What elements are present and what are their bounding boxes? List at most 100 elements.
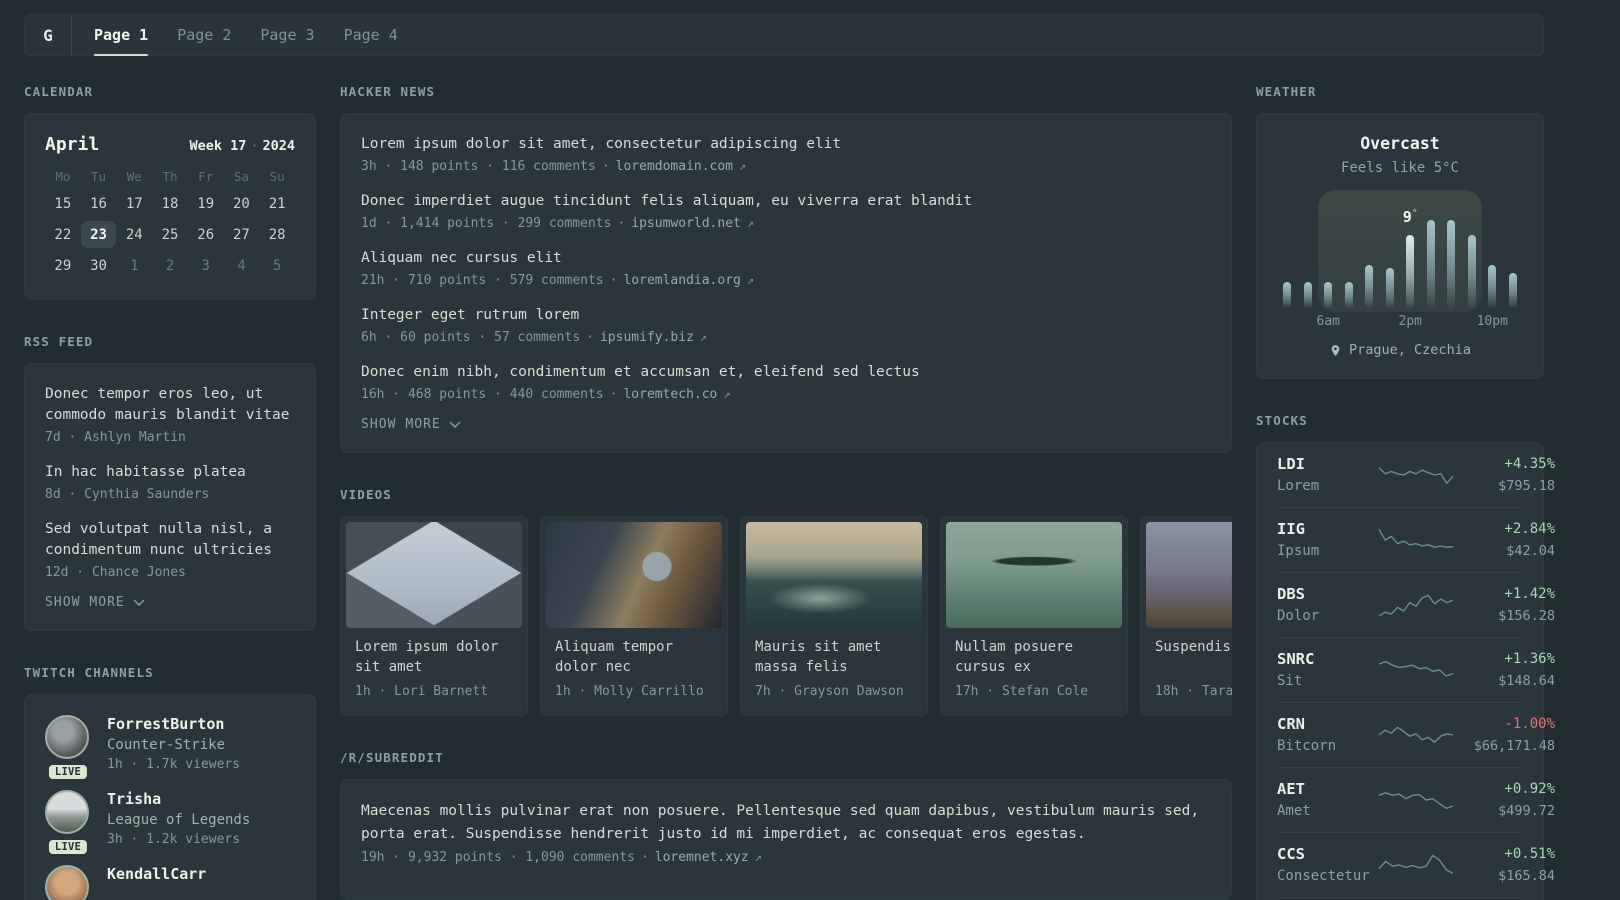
stock-name: Consectetur — [1277, 868, 1370, 884]
page-tabs: Page 1 Page 2 Page 3 Page 4 — [72, 15, 398, 56]
stock-price: $66,171.48 — [1473, 737, 1555, 754]
calendar-day: 30 — [90, 257, 107, 274]
twitch-avatar[interactable] — [45, 865, 89, 900]
weather-bar — [1488, 265, 1497, 308]
weekday-label: We — [126, 169, 142, 184]
stock-row[interactable]: AET Amet +0.92% $499.72 — [1277, 767, 1555, 832]
hackernews-item-title[interactable]: Donec imperdiet augue tincidunt felis al… — [361, 191, 1211, 212]
stock-row[interactable]: IIG Ipsum +2.84% $42.04 — [1277, 507, 1555, 572]
tab-page-4[interactable]: Page 4 — [344, 15, 398, 55]
item-domain-link[interactable]: loremnet.xyz — [655, 850, 749, 865]
video-meta: 17h · Stefan Cole — [955, 684, 1089, 699]
stock-row[interactable]: LDI Lorem +4.35% $795.18 — [1277, 443, 1555, 507]
video-card-body: Suspendisse diam 18h · Tara — [1146, 628, 1232, 710]
rss-item: Donec tempor eros leo, ut commodo mauris… — [45, 384, 295, 445]
calendar-day: 16 — [90, 195, 107, 212]
weather-bars — [1277, 220, 1523, 308]
video-row: Lorem ipsum dolor sit amet consectetu… 1h… — [340, 516, 1232, 716]
video-thumbnail[interactable] — [746, 522, 922, 628]
twitch-avatar-wrap: LIVE — [45, 865, 91, 900]
top-navigation: G Page 1 Page 2 Page 3 Page 4 — [24, 14, 1544, 56]
twitch-channel-row: LIVE Trisha League of Legends 3h · 1.2k vie… — [45, 790, 295, 854]
stock-row[interactable]: CCS Consectetur +0.51% $165.84 — [1277, 832, 1555, 897]
stock-values: +1.36% $148.64 — [1455, 651, 1555, 689]
hackernews-item-title[interactable]: Aliquam nec cursus elit — [361, 248, 1211, 269]
weather-bar — [1385, 268, 1394, 308]
tab-page-1[interactable]: Page 1 — [94, 15, 149, 56]
stock-row[interactable]: DBS Dolor +1.42% $156.28 — [1277, 572, 1555, 637]
twitch-channel-row: LIVE ForrestBurton Counter-Strike 1h · 1.7k… — [45, 715, 295, 779]
tab-page-3[interactable]: Page 3 — [260, 15, 314, 55]
twitch-channel-name[interactable]: Trisha — [107, 790, 250, 808]
video-thumbnail[interactable] — [546, 522, 722, 628]
twitch-avatar[interactable] — [45, 790, 89, 834]
calendar-day: 20 — [232, 195, 250, 212]
twitch-channel-name[interactable]: ForrestBurton — [107, 715, 240, 733]
stocks-section-label: STOCKS — [1256, 413, 1308, 428]
item-domain-link[interactable]: ipsumworld.net — [631, 216, 741, 231]
stock-symbol: IIG — [1277, 520, 1305, 538]
video-thumbnail[interactable] — [1146, 522, 1232, 628]
rss-item-title[interactable]: Donec tempor eros leo, ut commodo mauris… — [45, 384, 295, 426]
video-thumbnail[interactable] — [946, 522, 1122, 628]
weekday-label: Th — [162, 169, 178, 184]
rss-item: Sed volutpat nulla nisl, a condimentum n… — [45, 519, 295, 580]
item-domain-link[interactable]: loremdomain.com — [616, 159, 733, 174]
stock-price: $499.72 — [1498, 802, 1555, 819]
sparkline-chart — [1378, 854, 1454, 874]
video-card[interactable]: Lorem ipsum dolor sit amet consectetu… 1h… — [340, 516, 528, 716]
subreddit-card: Maecenas mollis pulvinar erat non posuer… — [340, 779, 1232, 900]
weather-bar-slot — [1441, 220, 1462, 308]
video-title[interactable]: Lorem ipsum dolor sit amet consectetu… — [355, 637, 513, 677]
video-card[interactable]: Mauris sit amet massa felis 7h · Grayson … — [740, 516, 928, 716]
stock-name: Dolor — [1277, 608, 1320, 624]
hackernews-show-more-button[interactable]: SHOW MORE — [361, 417, 461, 432]
item-domain-link[interactable]: loremtech.co — [623, 387, 717, 402]
weather-card: Overcast Feels like 5°C 9° 6am 2pm 10pm Pr… — [1256, 113, 1544, 379]
hackernews-item-title[interactable]: Donec enim nibh, condimentum et accumsan… — [361, 362, 1211, 383]
calendar-weekdays: Mo Tu We Th Fr Sa Su — [45, 169, 295, 184]
stock-row[interactable]: SNRC Sit +1.36% $148.64 — [1277, 637, 1555, 702]
calendar-section-label: CALENDAR — [24, 84, 94, 99]
calendar-day: 27 — [232, 226, 250, 243]
calendar-day: 17 — [125, 195, 143, 212]
twitch-avatar[interactable] — [45, 715, 89, 759]
external-link-icon: ↗ — [739, 159, 747, 173]
weather-section: WEATHER Overcast Feels like 5°C 9° 6am 2p… — [1256, 84, 1544, 379]
rss-show-more-button[interactable]: SHOW MORE — [45, 595, 145, 610]
videos-section-label: VIDEOS — [340, 487, 392, 502]
video-title[interactable]: Mauris sit amet massa felis — [755, 637, 913, 677]
hackernews-item-title[interactable]: Lorem ipsum dolor sit amet, consectetur … — [361, 134, 1211, 155]
stock-name: Ipsum — [1277, 543, 1320, 559]
calendar-day: 19 — [197, 195, 215, 212]
stock-values: +1.42% $156.28 — [1455, 586, 1555, 624]
rss-item-title[interactable]: In hac habitasse platea — [45, 462, 295, 483]
video-card[interactable]: Suspendisse diam 18h · Tara — [1140, 516, 1232, 716]
calendar-day: 5 — [272, 257, 282, 274]
hackernews-item: Integer eget rutrum lorem 6h · 60 points … — [361, 305, 1211, 345]
twitch-channel-name[interactable]: KendallCarr — [107, 865, 206, 883]
subreddit-post-title[interactable]: Maecenas mollis pulvinar erat non posuer… — [361, 800, 1211, 846]
video-thumbnail[interactable] — [346, 522, 522, 628]
calendar-day: 15 — [54, 195, 72, 212]
video-title[interactable]: Nullam posuere cursus ex — [955, 637, 1113, 677]
stock-row[interactable]: CRN Bitcorn -1.00% $66,171.48 — [1277, 702, 1555, 767]
video-card[interactable]: Aliquam tempor dolor nec pharetra… 1h · M… — [540, 516, 728, 716]
calendar-day: 24 — [125, 226, 143, 243]
rss-item-title[interactable]: Sed volutpat nulla nisl, a condimentum n… — [45, 519, 295, 561]
stock-left: CCS Consectetur — [1277, 845, 1377, 884]
twitch-channel-info: Trisha League of Legends 3h · 1.2k viewers — [107, 790, 250, 847]
video-title[interactable]: Suspendisse diam — [1155, 637, 1232, 677]
hackernews-item-title[interactable]: Integer eget rutrum lorem — [361, 305, 1211, 326]
video-card[interactable]: Nullam posuere cursus ex 17h · Stefan Col… — [940, 516, 1128, 716]
video-title[interactable]: Aliquam tempor dolor nec pharetra… — [555, 637, 713, 677]
item-domain-link[interactable]: loremlandia.org — [623, 273, 740, 288]
app-logo[interactable]: G — [25, 15, 72, 55]
item-domain-link[interactable]: ipsumify.biz — [600, 330, 694, 345]
weather-bar-slot — [1277, 282, 1298, 308]
sparkline-chart — [1378, 528, 1454, 548]
separator-dot: · — [601, 159, 610, 174]
weather-bar-slot — [1318, 282, 1339, 308]
tab-page-2[interactable]: Page 2 — [177, 15, 231, 55]
weather-bar — [1283, 282, 1292, 308]
